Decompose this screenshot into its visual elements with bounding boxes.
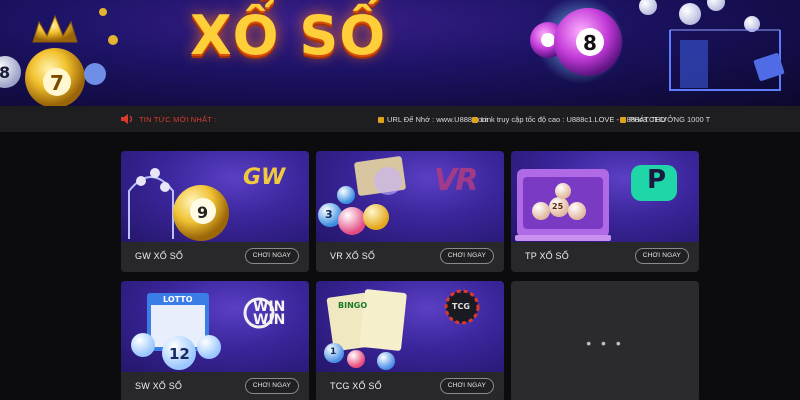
ticker-bullet-icon (620, 117, 626, 123)
play-now-button[interactable]: CHƠI NGAY (439, 378, 494, 394)
tcg-logo: TCG (452, 302, 470, 311)
lottery-machine-icon: 8 (530, 0, 785, 91)
gw-logo: GW (243, 165, 286, 190)
tp-logo: P (647, 165, 667, 195)
card-title: TCG XỔ SỐ (330, 381, 382, 391)
game-card-vr[interactable]: VR 3 VR XỔ SỐ CHƠI NGAY (316, 151, 504, 272)
card-art: BINGO TCG 1 (316, 281, 504, 372)
ball-number: 25 (552, 202, 564, 211)
vr-logo: VR (434, 163, 478, 198)
ball-number: 1 (330, 347, 337, 357)
golden-lottery-ball-crown-icon: 8 7 (0, 8, 118, 106)
play-now-button[interactable]: CHƠI NGAY (439, 248, 494, 264)
game-card-gw[interactable]: GW 9 GW XỔ SỐ CHƠI NGAY (121, 151, 309, 272)
ball-number: 3 (325, 208, 333, 221)
empty-card-placeholder: • • • (511, 281, 699, 400)
bingo-label: BINGO (338, 301, 368, 310)
winwin-logo: WIN WIN (253, 299, 286, 328)
play-now-button[interactable]: CHƠI NGAY (244, 248, 299, 264)
more-dots: • • • (586, 335, 624, 351)
card-title: GW XỔ SỐ (135, 251, 184, 261)
card-title: TP XỔ SỐ (525, 251, 569, 261)
svg-text:8: 8 (0, 63, 10, 82)
ticker-bullet-icon (378, 117, 384, 123)
game-card-sw[interactable]: LOTTO WIN WIN 12 SW XỔ SỐ CHƠI NGAY (121, 281, 309, 400)
ball-number: 12 (169, 345, 190, 363)
svg-text:7: 7 (50, 71, 64, 95)
page: 8 7 XỔ SỐ 8 TIN TỨC MỚI NHẤT: URL Để Nh… (0, 0, 800, 400)
news-ticker: TIN TỨC MỚI NHẤT : URL Để Nhớ : www.U888… (0, 106, 800, 132)
card-footer: TCG XỔ SỐ CHƠI NGAY (316, 372, 504, 400)
card-title: VR XỔ SỐ (330, 251, 376, 261)
speaker-icon (121, 114, 133, 124)
game-card-tp[interactable]: P 25 TP XỔ SỐ CHƠI NGAY (511, 151, 699, 272)
game-card-tcg[interactable]: BINGO TCG 1 TCG XỔ SỐ CHƠI NGAY (316, 281, 504, 400)
banner-title: XỔ SỐ (190, 4, 387, 67)
news-label: TIN TỨC MỚI NHẤT : (139, 115, 217, 124)
ticker-bullet-icon (472, 117, 478, 123)
card-art: GW 9 (121, 151, 309, 242)
card-footer: SW XỔ SỐ CHƠI NGAY (121, 372, 309, 400)
lottery-banner: 8 7 XỔ SỐ 8 (0, 0, 800, 106)
card-title: SW XỔ SỐ (135, 381, 183, 391)
play-now-button[interactable]: CHƠI NGAY (244, 378, 299, 394)
bingo-cards-icon (324, 289, 480, 370)
card-art: P 25 (511, 151, 699, 242)
lottery-box-icon (515, 165, 677, 241)
lotto-label: LOTTO (163, 295, 193, 304)
card-art: LOTTO WIN WIN 12 (121, 281, 309, 372)
card-art: VR 3 (316, 151, 504, 242)
play-now-button[interactable]: CHƠI NGAY (634, 248, 689, 264)
ticker-message-reward: PHÁT THƯỞNG 1000 T (620, 115, 710, 124)
ball-number: 9 (197, 203, 209, 222)
card-footer: TP XỔ SỐ CHƠI NGAY (511, 242, 699, 272)
svg-text:8: 8 (583, 31, 597, 55)
card-footer: VR XỔ SỐ CHƠI NGAY (316, 242, 504, 272)
card-footer: GW XỔ SỐ CHƠI NGAY (121, 242, 309, 272)
